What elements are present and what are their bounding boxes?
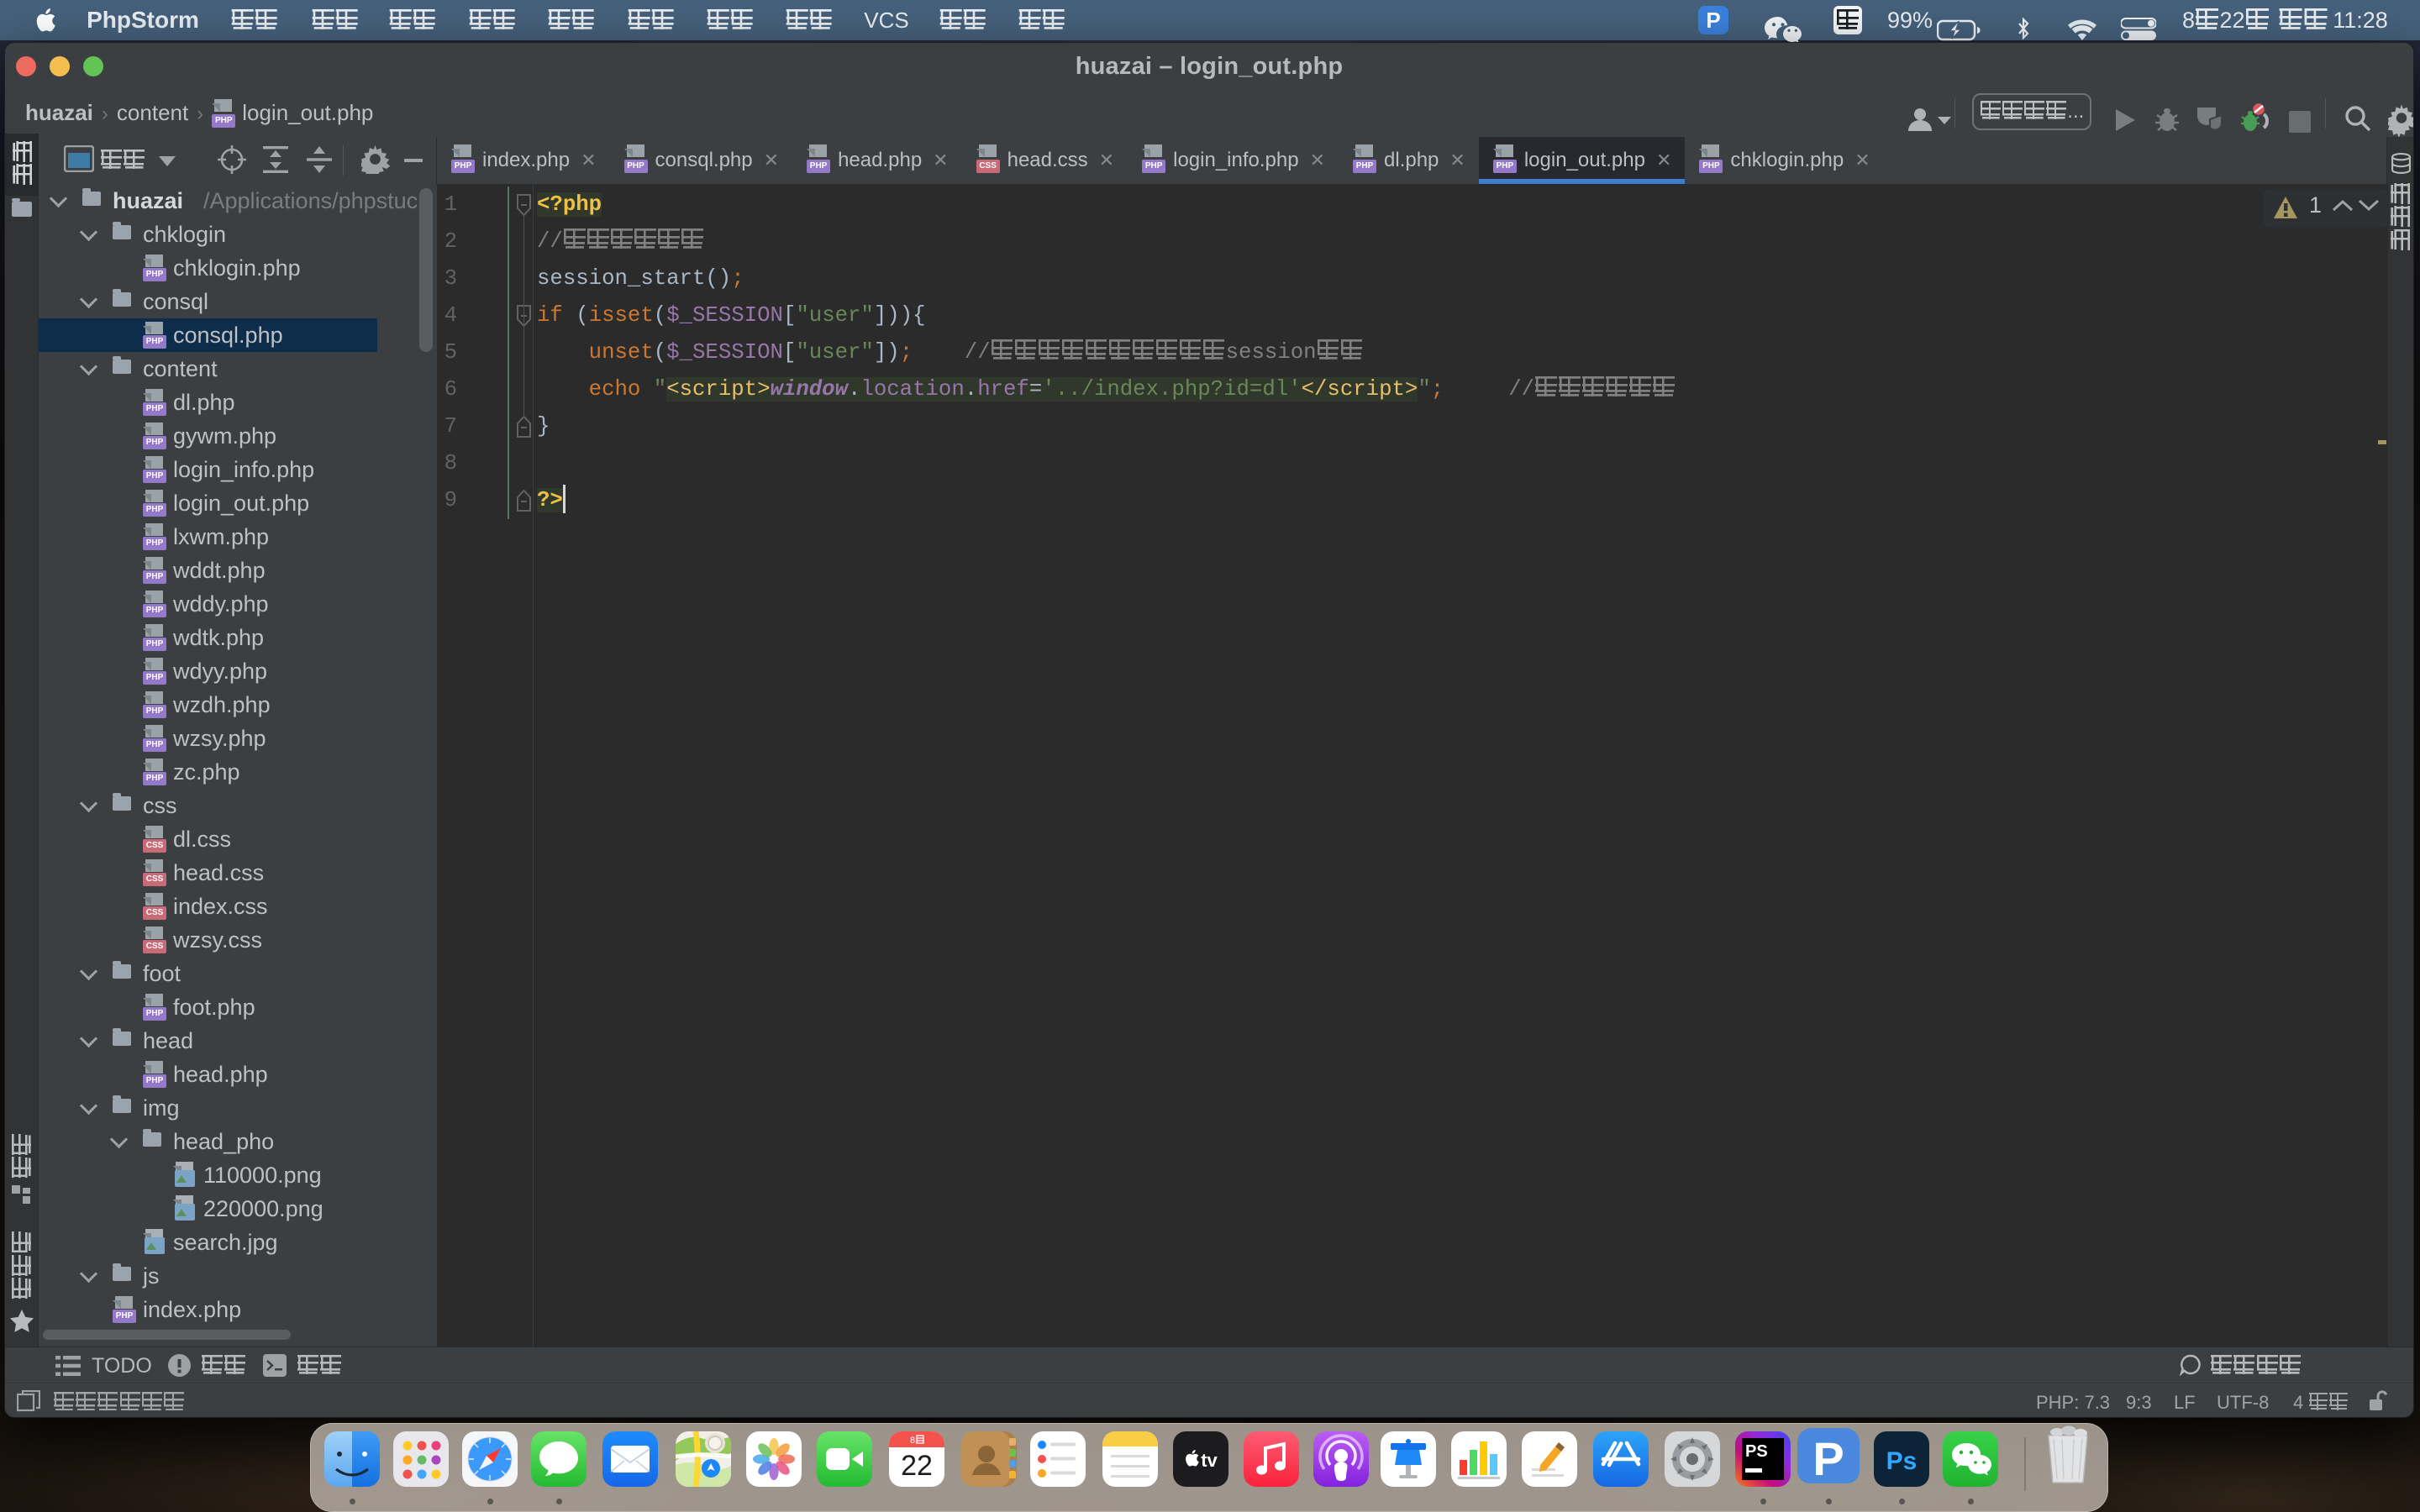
svg-text:tv: tv (1201, 1450, 1218, 1471)
svg-text:22: 22 (901, 1450, 933, 1482)
svg-text:Ps: Ps (1886, 1447, 1918, 1475)
svg-text:P: P (1812, 1432, 1844, 1483)
svg-text:PS: PS (1745, 1442, 1768, 1461)
svg-text:8: 8 (910, 1436, 915, 1446)
